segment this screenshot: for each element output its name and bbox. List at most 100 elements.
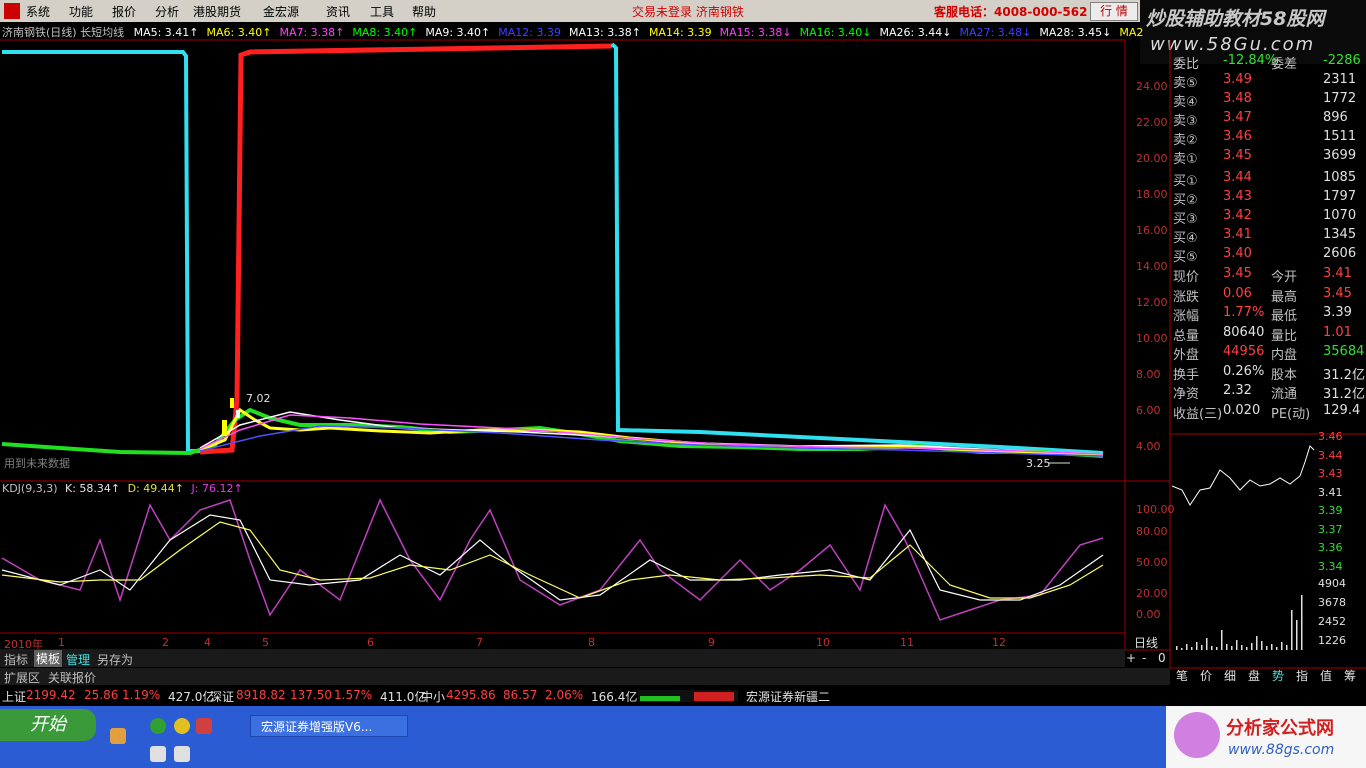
tab-extension[interactable]: 扩展区 <box>4 669 40 686</box>
intraday-price-tick: 3.36 <box>1318 541 1343 554</box>
orderbook-value: 3.41 <box>1323 266 1352 281</box>
side-tab[interactable]: 价 <box>1200 667 1212 684</box>
intraday-price-tick: 3.37 <box>1318 522 1343 536</box>
price-tick-label: 18.00 <box>1136 188 1168 201</box>
tab-template[interactable]: 模板 <box>34 650 63 667</box>
period-label[interactable]: 日线 <box>1134 634 1158 651</box>
price-tick-label: 12.00 <box>1136 296 1168 309</box>
orderbook-label: 外盘 <box>1173 348 1200 363</box>
month-label: 2 <box>162 636 169 649</box>
orderbook-label: 卖① <box>1173 152 1198 167</box>
orderbook-row: 涨跌 0.06 最高 3.45 <box>1173 286 1365 305</box>
intraday-volume-tick: 1226 <box>1318 634 1346 647</box>
quicklaunch-icon-1[interactable] <box>110 728 126 744</box>
orderbook-value: 0.26% <box>1223 363 1265 379</box>
intraday-volume-bar <box>1191 647 1193 650</box>
orderbook-value: 1511 <box>1323 129 1357 144</box>
ie-icon[interactable] <box>150 718 166 734</box>
orderbook-row: 收益(三) 0.020 PE(动) 129.4 <box>1173 403 1365 422</box>
price-tick-label: 20.00 <box>1136 152 1168 165</box>
intraday-volume-bar <box>1261 641 1263 650</box>
quicklaunch-icon-2[interactable] <box>174 718 190 734</box>
kdj-tick-label: 80.00 <box>1136 525 1168 538</box>
orderbook-value: 3699 <box>1323 148 1357 163</box>
market-breadth-bars <box>638 690 738 702</box>
intraday-volume-tick: 2452 <box>1318 615 1346 628</box>
tab-related-quote[interactable]: 关联报价 <box>48 669 96 686</box>
orderbook-label: 股本 <box>1271 367 1298 383</box>
orderbook-row: 涨幅 1.77% 最低 3.39 <box>1173 305 1365 324</box>
side-tab[interactable]: 笔 <box>1176 667 1188 684</box>
sh-pct: 1.19% <box>122 688 161 702</box>
orderbook-row: 买④ 3.41 1345 <box>1173 227 1365 246</box>
side-tab[interactable]: 指 <box>1296 667 1308 684</box>
intraday-price-tick: 3.41 <box>1318 485 1343 499</box>
orderbook-value: 1070 <box>1323 208 1357 223</box>
orderbook-row: 卖② 3.46 1511 <box>1173 129 1365 148</box>
sz-pct: 1.57% <box>334 688 373 702</box>
orderbook-value: 896 <box>1323 110 1348 125</box>
tab-manage[interactable]: 管理 <box>66 651 90 668</box>
intraday-volume-bar <box>1206 638 1208 650</box>
orderbook-label: 买③ <box>1173 212 1198 227</box>
orderbook-label: 净资 <box>1173 387 1200 402</box>
quicklaunch-icon-3[interactable] <box>196 718 212 734</box>
intraday-price-tick: 3.43 <box>1318 467 1343 480</box>
orderbook-label: 买④ <box>1173 231 1198 246</box>
intraday-volume-bar <box>1276 647 1278 650</box>
side-tab[interactable]: 筹 <box>1344 667 1356 684</box>
month-label: 7 <box>476 636 483 649</box>
sh-amount: 427.0亿 <box>168 690 215 704</box>
price-tick-label: 16.00 <box>1136 224 1168 237</box>
zx-change: 86.57 <box>503 688 538 702</box>
orderbook-label: 最低 <box>1271 309 1298 324</box>
index-statusbar: 上证 2199.42 25.86 1.19% 427.0亿 深证 8918.82… <box>0 687 1366 705</box>
orderbook-row: 买① 3.44 1085 <box>1173 170 1365 189</box>
cyan-ma-line <box>2 50 200 453</box>
orderbook-label: 委差 <box>1271 57 1298 72</box>
side-tab[interactable]: 值 <box>1320 667 1332 684</box>
intraday-volume-bar <box>1266 646 1268 650</box>
orderbook-value: 3.45 <box>1223 148 1252 163</box>
side-tab[interactable]: 势 <box>1272 667 1284 684</box>
zx-amount: 166.4亿 <box>591 690 638 704</box>
intraday-volume-bar <box>1301 595 1303 650</box>
orderbook-value: 0.020 <box>1223 402 1261 418</box>
price-tick-label: 14.00 <box>1136 260 1168 273</box>
orderbook-value: 1797 <box>1323 189 1357 204</box>
orderbook-label: 换手 <box>1173 367 1200 383</box>
tab-save-as[interactable]: 另存为 <box>97 651 133 668</box>
zx-name: 中小 <box>421 690 446 704</box>
zoom-out-button[interactable]: - <box>1142 651 1146 665</box>
peak-label: 7.02 <box>246 392 271 405</box>
sz-change: 137.50 <box>290 688 332 702</box>
price-tick-label: 10.00 <box>1136 332 1168 345</box>
intraday-volume-bar <box>1196 642 1198 650</box>
taskbar: 开始 宏源证券增强版V6... <box>0 706 1366 768</box>
bottom-watermark: 分析家公式网 www.88gs.com <box>1166 706 1366 768</box>
help-icon[interactable] <box>174 746 190 762</box>
price-tick-label: 6.00 <box>1136 404 1161 417</box>
side-tab[interactable]: 盘 <box>1248 667 1260 684</box>
intraday-volume-bar <box>1271 644 1273 650</box>
price-tick-label: 4.00 <box>1136 440 1161 453</box>
taskbar-app-button[interactable]: 宏源证券增强版V6... <box>250 715 408 737</box>
intraday-volume-bar <box>1181 648 1183 650</box>
side-tab[interactable]: 细 <box>1224 667 1236 684</box>
intraday-price-tick: 3.39 <box>1318 504 1343 517</box>
orderbook-value: 80640 <box>1223 324 1265 340</box>
orderbook-row: 买⑤ 3.40 2606 <box>1173 246 1365 265</box>
zoom-reset-button[interactable]: 0 <box>1158 651 1166 665</box>
keyboard-icon[interactable] <box>150 746 166 762</box>
orderbook-value: 2311 <box>1323 72 1357 87</box>
orderbook-label: 收益(三) <box>1173 406 1223 422</box>
kdj-k: K: 58.34↑ <box>65 482 121 495</box>
tab-indicator[interactable]: 指标 <box>4 651 28 668</box>
start-button[interactable]: 开始 <box>0 709 96 741</box>
orderbook-value: 3.45 <box>1223 266 1252 281</box>
zoom-in-button[interactable]: + <box>1126 651 1136 665</box>
price-tick-label: 8.00 <box>1136 368 1161 381</box>
intraday-volume-bar <box>1186 644 1188 650</box>
orderbook-row: 买② 3.43 1797 <box>1173 189 1365 208</box>
month-label: 5 <box>262 636 269 649</box>
